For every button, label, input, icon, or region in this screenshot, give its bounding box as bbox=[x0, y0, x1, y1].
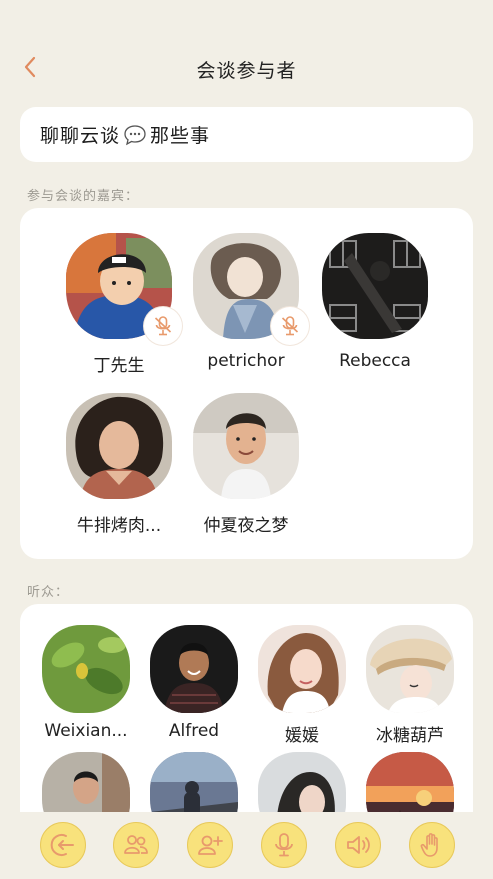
guest-item[interactable]: 丁先生 bbox=[54, 233, 184, 376]
listeners-section-label: 听众： bbox=[27, 585, 70, 600]
avatar bbox=[42, 625, 130, 713]
participants-icon bbox=[124, 835, 148, 854]
topic-text-start: 聊聊云谈 bbox=[40, 125, 121, 147]
topic-card: 聊聊云谈 那些事 bbox=[20, 107, 473, 162]
listener-item[interactable]: Weixian... bbox=[34, 625, 138, 741]
muted-microphone-icon bbox=[144, 307, 182, 345]
invite-icon bbox=[198, 835, 223, 855]
guests-section-label: 参与会谈的嘉宾： bbox=[27, 189, 140, 204]
header: 会谈参与者 bbox=[0, 0, 493, 100]
microphone-button[interactable] bbox=[261, 822, 307, 868]
avatar bbox=[150, 625, 238, 713]
invite-button[interactable] bbox=[187, 822, 233, 868]
muted-microphone-icon bbox=[271, 307, 309, 345]
listener-item[interactable]: 媛媛 bbox=[250, 625, 354, 746]
guest-name: 牛排烤肉... bbox=[76, 516, 162, 536]
avatar bbox=[66, 393, 172, 499]
guests-card: 丁先生 petrichor Rebecca 牛排烤肉... 仲夏夜之梦 bbox=[20, 208, 473, 559]
guest-name: 仲夏夜之梦 bbox=[203, 516, 289, 536]
guest-item[interactable]: petrichor bbox=[181, 233, 311, 371]
guest-item[interactable]: 仲夏夜之梦 bbox=[181, 393, 311, 536]
speaker-button[interactable] bbox=[335, 822, 381, 868]
raise-hand-button[interactable] bbox=[409, 822, 455, 868]
avatar bbox=[366, 625, 454, 713]
leave-button[interactable] bbox=[40, 822, 86, 868]
guest-item[interactable]: 牛排烤肉... bbox=[54, 393, 184, 536]
listener-item[interactable]: Alfred bbox=[142, 625, 246, 741]
speaker-icon bbox=[347, 836, 370, 854]
topic-text-end: 那些事 bbox=[150, 125, 211, 147]
listener-item[interactable]: 冰糖葫芦 bbox=[358, 625, 462, 746]
bottom-toolbar bbox=[0, 812, 493, 879]
listeners-card: Weixian... Alfred 媛媛 冰糖葫芦 bbox=[20, 604, 473, 834]
leave-icon bbox=[50, 834, 74, 856]
guest-name: petrichor bbox=[207, 351, 285, 371]
listener-name: Alfred bbox=[168, 721, 220, 741]
avatar bbox=[193, 393, 299, 499]
listener-name: 冰糖葫芦 bbox=[376, 726, 444, 746]
microphone-icon bbox=[275, 833, 293, 857]
guest-name: 丁先生 bbox=[93, 356, 145, 376]
avatar bbox=[258, 625, 346, 713]
listener-name: 媛媛 bbox=[285, 726, 319, 746]
guest-item[interactable]: Rebecca bbox=[310, 233, 440, 371]
avatar bbox=[322, 233, 428, 339]
listener-name: Weixian... bbox=[44, 721, 128, 741]
page-title: 会谈参与者 bbox=[196, 60, 297, 82]
guest-name: Rebecca bbox=[339, 351, 411, 371]
participants-button[interactable] bbox=[113, 822, 159, 868]
chat-bubble-icon bbox=[122, 124, 148, 146]
raise-hand-icon bbox=[420, 833, 438, 857]
